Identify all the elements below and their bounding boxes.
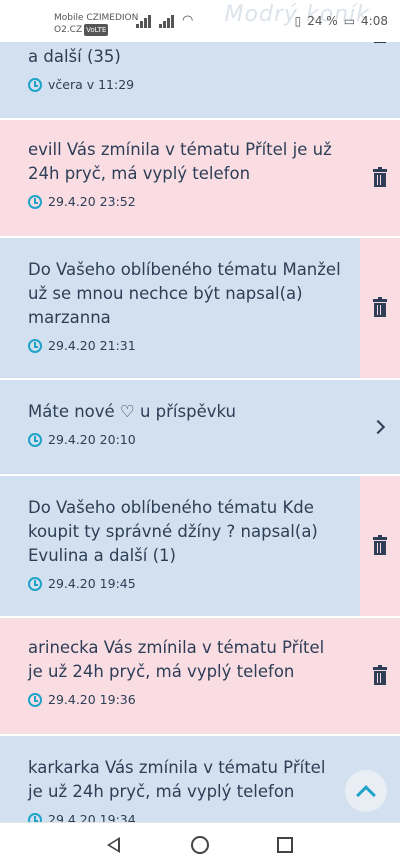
notification-text: Do Vašeho oblíbeného tématu Manžel už se… — [28, 260, 341, 327]
delete-button[interactable] — [360, 476, 400, 616]
back-icon[interactable] — [107, 837, 120, 853]
home-icon[interactable] — [191, 836, 209, 854]
carrier-info: Mobile CZIMEDION O2.CZ VoLTE — [54, 12, 138, 36]
trash-icon — [373, 297, 387, 317]
status-right: ▯ 24 % ▭ 4:08 — [295, 14, 388, 28]
clock-icon — [28, 194, 42, 209]
notification-text: evill Vás zmínila v tématu Přítel je už … — [28, 140, 332, 183]
arrow-up-icon — [356, 785, 376, 805]
trash-icon — [373, 167, 387, 187]
notification-item[interactable]: arinecka Vás zmínila v tématu Přítel je … — [0, 618, 400, 734]
carrier-name-2: O2.CZ — [54, 25, 83, 35]
delete-button[interactable] — [360, 618, 400, 734]
clock-icon — [28, 692, 42, 707]
signal-icon — [136, 14, 151, 28]
wifi-icon: ◠ — [182, 13, 194, 28]
notification-time: včera v 11:29 — [48, 77, 135, 92]
system-navigation-bar — [0, 822, 400, 867]
status-bar: Mobile CZIMEDION O2.CZ VoLTE ◠ Modrý koní… — [0, 0, 400, 42]
delete-button[interactable] — [360, 238, 400, 378]
notification-time: 29.4.20 23:52 — [48, 194, 136, 209]
notification-time: 29.4.20 19:36 — [48, 692, 136, 707]
trash-icon — [373, 665, 387, 685]
notification-item[interactable]: Do Vašeho oblíbeného tématu Kde koupit t… — [0, 476, 400, 616]
clock-time: 4:08 — [361, 14, 388, 28]
clock-icon — [28, 338, 42, 353]
clock-icon — [28, 77, 42, 92]
battery-level: 24 % — [307, 14, 338, 28]
recent-apps-icon[interactable] — [277, 837, 293, 853]
notification-time: 29.4.20 20:10 — [48, 432, 136, 447]
trash-icon — [373, 535, 387, 555]
clock-icon — [28, 576, 42, 591]
notification-text: Máte nové ♡ u příspěvku — [28, 402, 236, 421]
notification-item[interactable]: Máte nové ♡ u příspěvku 29.4.20 20:10 — [0, 380, 400, 474]
signal-icons: ◠ — [136, 14, 193, 28]
carrier-name: Mobile CZIMEDION — [54, 13, 139, 23]
notification-time: 29.4.20 19:45 — [48, 576, 136, 591]
notification-item[interactable]: evill Vás zmínila v tématu Přítel je už … — [0, 120, 400, 236]
notification-list: a další (35) včera v 11:29 evill Vás zmí… — [0, 0, 400, 856]
signal-icon — [159, 14, 174, 28]
notification-time: 29.4.20 21:31 — [48, 338, 136, 353]
open-button[interactable] — [360, 380, 400, 474]
clock-icon — [28, 432, 42, 447]
notification-item[interactable]: Do Vašeho oblíbeného tématu Manžel už se… — [0, 238, 400, 378]
notification-text: arinecka Vás zmínila v tématu Přítel je … — [28, 638, 325, 681]
volte-badge: VoLTE — [84, 24, 109, 36]
delete-button[interactable] — [360, 120, 400, 236]
notification-text: a další (35) — [28, 47, 121, 66]
chevron-right-icon — [370, 419, 386, 435]
vibrate-icon: ▯ — [294, 14, 302, 28]
notification-text: karkarka Vás zmínila v tématu Přítel je … — [28, 758, 326, 801]
battery-icon: ▭ — [343, 14, 356, 28]
scroll-to-top-button[interactable] — [345, 770, 387, 812]
notification-text: Do Vašeho oblíbeného tématu Kde koupit t… — [28, 498, 318, 565]
